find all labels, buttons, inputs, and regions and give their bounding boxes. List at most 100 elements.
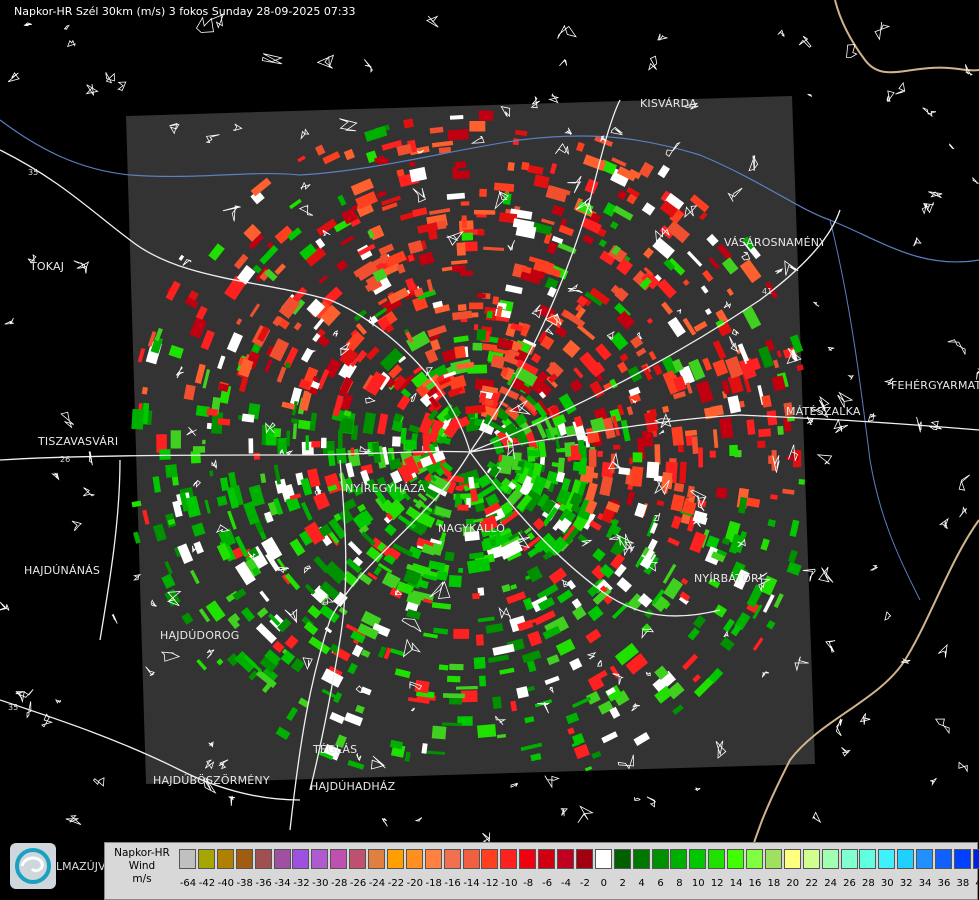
legend-tick-label: 40 [975,878,979,889]
legend-swatch [897,849,915,869]
legend-swatch [859,849,877,869]
radar-echo [454,345,467,359]
radar-echo [629,457,633,465]
legend-swatch [216,849,234,869]
radar-echo [475,634,484,646]
radar-echo [597,450,603,457]
legend-swatch [575,849,593,869]
radar-echo [457,304,467,311]
radar-echo [447,675,461,683]
radar-echo [241,413,255,423]
legend-swatch [802,849,820,869]
radar-echo [449,115,464,120]
radar-echo [502,192,512,205]
city-label: HAJDÚBÖSZÖRMÉNY [153,774,270,787]
radar-echo [630,466,644,487]
legend-title-line: Wind [128,860,156,872]
radar-echo [414,679,430,694]
radar-echo [684,429,698,437]
radar-echo [473,209,496,215]
legend-swatch [821,849,839,869]
radar-echo [729,444,738,457]
legend-swatch [708,849,726,869]
legend-swatch [557,849,574,869]
legend-swatch [613,849,631,869]
legend-swatch [424,849,442,869]
radar-echo [453,628,470,639]
legend-swatch [689,849,707,869]
radar-echo [476,724,497,738]
road-number: 26 [60,455,71,464]
radar-echo [507,162,515,172]
legend-swatch [538,849,556,869]
radar-echo [578,457,587,475]
radar-echo [248,438,254,454]
radar-echo [297,419,312,430]
radar-echo [277,437,288,454]
radar-echo [403,118,414,129]
city-label: TOKAJ [30,260,65,273]
legend-swatch [783,849,801,869]
city-label: HAJDÚDOROG [160,629,240,642]
radar-echo [457,504,469,511]
radar-echo [286,430,291,447]
radar-echo [472,593,480,600]
radar-echo [798,479,805,485]
radar-echo [757,440,766,449]
legend-swatch [254,849,272,869]
radar-echo [715,487,728,499]
radar-echo [321,437,327,449]
radar-echo [618,467,631,476]
legend-swatch [594,849,612,869]
legend-swatch [405,849,423,869]
city-label: HAJDÚHADHÁZ [310,780,396,793]
radar-echo [456,242,466,256]
legend-swatch [840,849,858,869]
legend-swatch [235,849,253,869]
radar-echo [458,567,464,573]
legend-swatch [519,849,537,869]
legend-swatch [197,849,215,869]
radar-echo [469,302,484,310]
radar-echo [350,447,355,457]
radar-echo [404,439,417,450]
radar-echo [691,436,699,455]
legend-swatch [292,849,310,869]
city-label: VÁSÁROSNAMÉNY [724,236,827,249]
radar-echo [766,410,778,426]
radar-echo [131,408,145,430]
radar-echo [478,110,494,121]
radar-echo [209,470,214,477]
radar-echo [431,725,447,740]
radar-echo [447,129,469,141]
radar-echo [165,464,178,478]
road-number: 41 [762,287,773,296]
radar-echo [479,188,487,197]
city-label: TÉGLÁS [313,743,358,756]
radar-echo [335,447,347,464]
radar-echo [202,439,206,445]
city-label: KISVÁRDA [640,97,697,110]
radar-echo [632,452,643,463]
legend-swatch [878,849,896,869]
radar-echo [477,293,486,299]
radar-echo [392,436,401,447]
legend-swatch [972,849,979,869]
legend-swatch [746,849,763,869]
legend-swatch [953,849,971,869]
radar-echo [679,461,687,484]
legend-swatch [481,849,499,869]
legend-swatch [764,849,782,869]
napkor-logo [10,843,56,889]
radar-echo [588,449,597,467]
legend-swatch [651,849,669,869]
radar-echo [305,435,309,451]
radar-echo [448,574,462,588]
radar-echo [253,452,260,460]
legend-swatch [727,849,745,869]
radar-echo [613,444,621,450]
radar-echo [654,444,661,465]
radar-echo [438,664,449,671]
city-label: TISZAVASVÁRI [38,435,119,448]
radar-map [0,0,979,900]
